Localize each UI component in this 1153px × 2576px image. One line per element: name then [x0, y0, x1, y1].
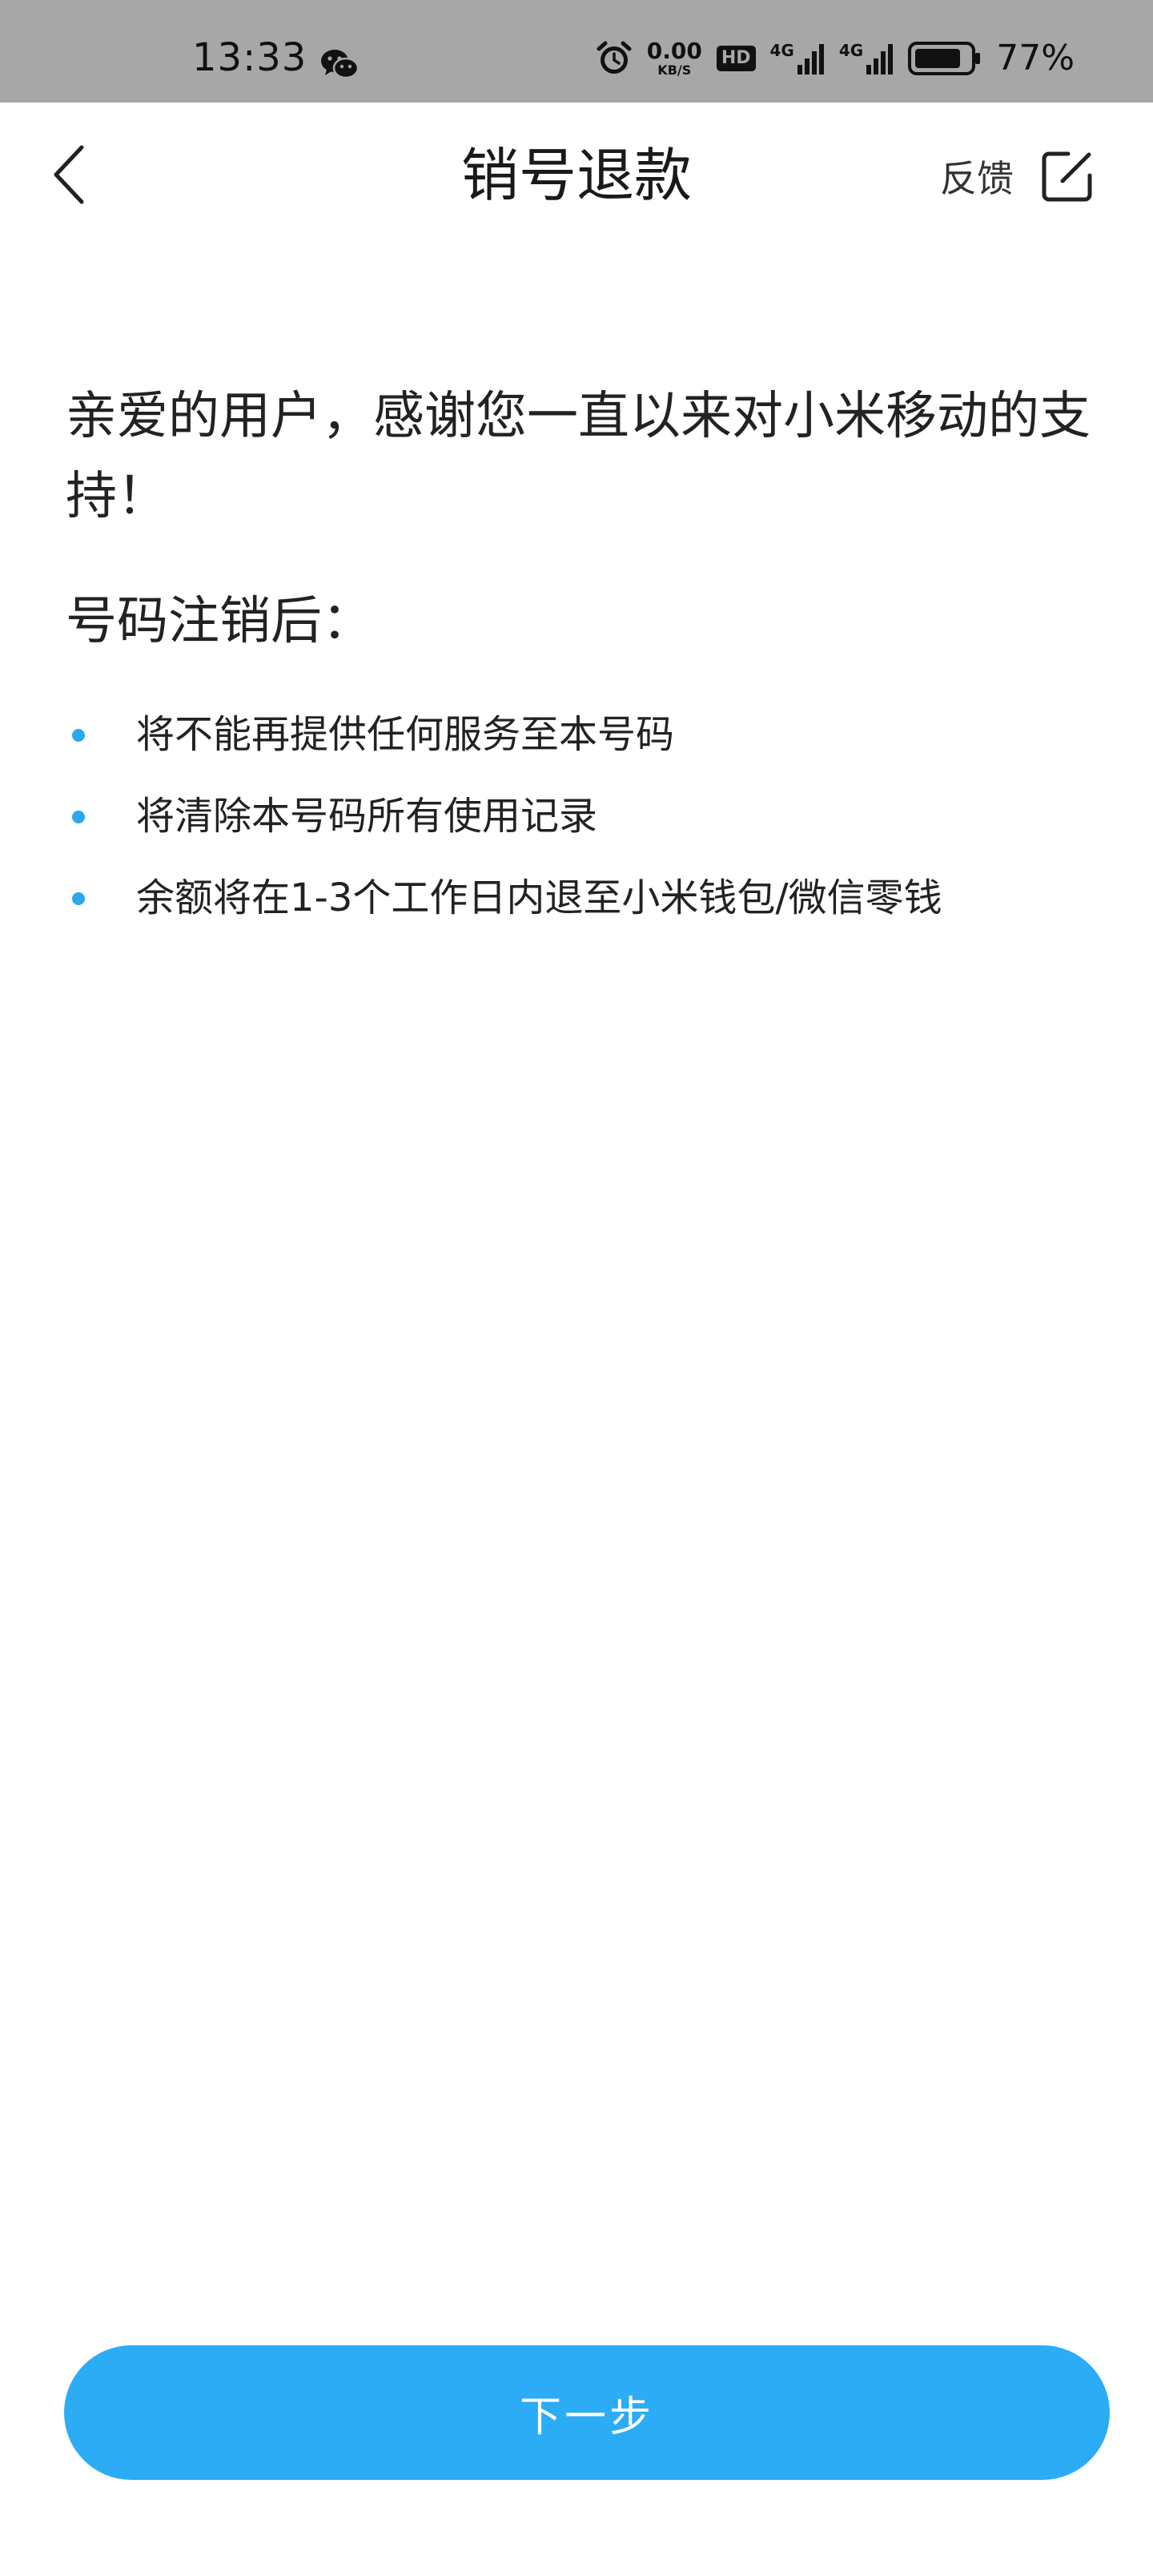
edit-icon: [1042, 151, 1092, 202]
feedback-label: 反馈: [940, 157, 1014, 200]
net-speed-unit: KB/S: [657, 62, 692, 78]
net-speed-value: 0.00: [646, 38, 702, 64]
signal-icon: [866, 44, 894, 74]
list-item-text: 余额将在1-3个工作日内退至小米钱包/微信零钱: [136, 875, 942, 920]
next-button[interactable]: 下一步: [64, 2345, 1110, 2480]
signal-icon: [797, 44, 824, 74]
network-1: 4G: [770, 42, 825, 74]
status-time: 13:33: [192, 35, 307, 80]
network-2-label: 4G: [838, 41, 864, 60]
bullet-dot: [72, 892, 85, 905]
nav-header: 销号退款 反馈: [0, 103, 1153, 247]
list-item: 将清除本号码所有使用记录: [66, 775, 1099, 857]
main-content: 亲爱的用户，感谢您一直以来对小米移动的支持！ 号码注销后： 将不能再提供任何服务…: [66, 376, 1099, 939]
section-title: 号码注销后：: [66, 592, 373, 651]
chevron-left-icon: [54, 145, 84, 204]
notice-list: 将不能再提供任何服务至本号码 将清除本号码所有使用记录 余额将在1-3个工作日内…: [66, 694, 1099, 939]
status-icons: 0.00 KB/S HD 4G 4G 77%: [596, 37, 1075, 80]
network-2: 4G: [839, 42, 894, 74]
feedback-button[interactable]: 反馈: [940, 144, 1094, 208]
status-bar: 13:33 0.00 KB/S HD 4G 4G 77%: [0, 0, 1153, 103]
hd-badge: HD: [716, 46, 756, 71]
wechat-icon: [321, 50, 359, 79]
back-button[interactable]: [37, 135, 101, 215]
list-item-text: 将不能再提供任何服务至本号码: [136, 712, 675, 757]
intro-text: 亲爱的用户，感谢您一直以来对小米移动的支持！: [66, 387, 1091, 526]
list-item: 将不能再提供任何服务至本号码: [66, 694, 1099, 775]
list-item-text: 将清除本号码所有使用记录: [136, 794, 598, 839]
network-1-label: 4G: [769, 41, 794, 60]
bullet-dot: [72, 811, 85, 823]
battery-icon: [908, 42, 981, 75]
battery-percent: 77%: [996, 38, 1075, 78]
bullet-dot: [72, 729, 85, 742]
alarm-icon: [597, 41, 632, 74]
list-item: 余额将在1-3个工作日内退至小米钱包/微信零钱: [66, 857, 1099, 939]
net-speed: 0.00 KB/S: [647, 40, 702, 77]
